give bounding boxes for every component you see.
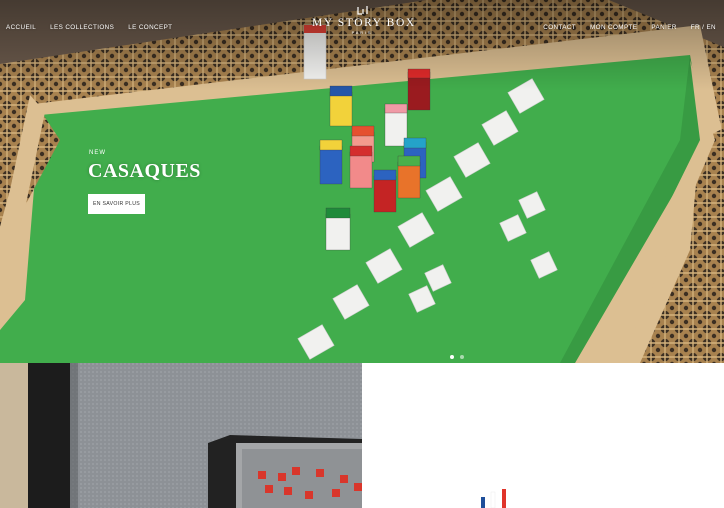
nav-cart[interactable]: PANIER	[651, 24, 676, 31]
collection-image	[0, 363, 362, 508]
language-switcher[interactable]: FR / EN	[691, 24, 716, 31]
learn-more-button[interactable]: EN SAVOIR PLUS	[88, 194, 145, 214]
nav-contact[interactable]: CONTACT	[543, 24, 576, 31]
nav-account[interactable]: MON COMPTE	[590, 24, 637, 31]
main-nav-right: CONTACT MON COMPTE PANIER FR / EN	[543, 24, 716, 31]
nav-accueil[interactable]: ACCUEIL	[6, 24, 36, 31]
collection-panel	[362, 363, 724, 508]
collection-photo[interactable]	[0, 363, 362, 508]
hero-title: CASAQUES	[88, 160, 201, 182]
slider-dot-2[interactable]	[460, 355, 464, 359]
main-nav-left: ACCUEIL LES COLLECTIONS LE CONCEPT	[6, 24, 172, 31]
hero-slider: ACCUEIL LES COLLECTIONS LE CONCEPT MY ST…	[0, 0, 724, 363]
logo-name: MY STORY BOX	[312, 17, 416, 29]
logo-subtitle: PARIS	[351, 30, 373, 35]
nav-concept[interactable]: LE CONCEPT	[128, 24, 172, 31]
hero-eyebrow: NEW	[89, 150, 106, 156]
slider-dot-1[interactable]	[450, 355, 454, 359]
nav-collections[interactable]: LES COLLECTIONS	[50, 24, 114, 31]
slider-dots	[450, 355, 464, 359]
site-logo[interactable]: MY STORY BOX PARIS	[312, 6, 416, 35]
logo-mark-icon	[356, 6, 368, 15]
french-flag-icon	[481, 489, 506, 508]
